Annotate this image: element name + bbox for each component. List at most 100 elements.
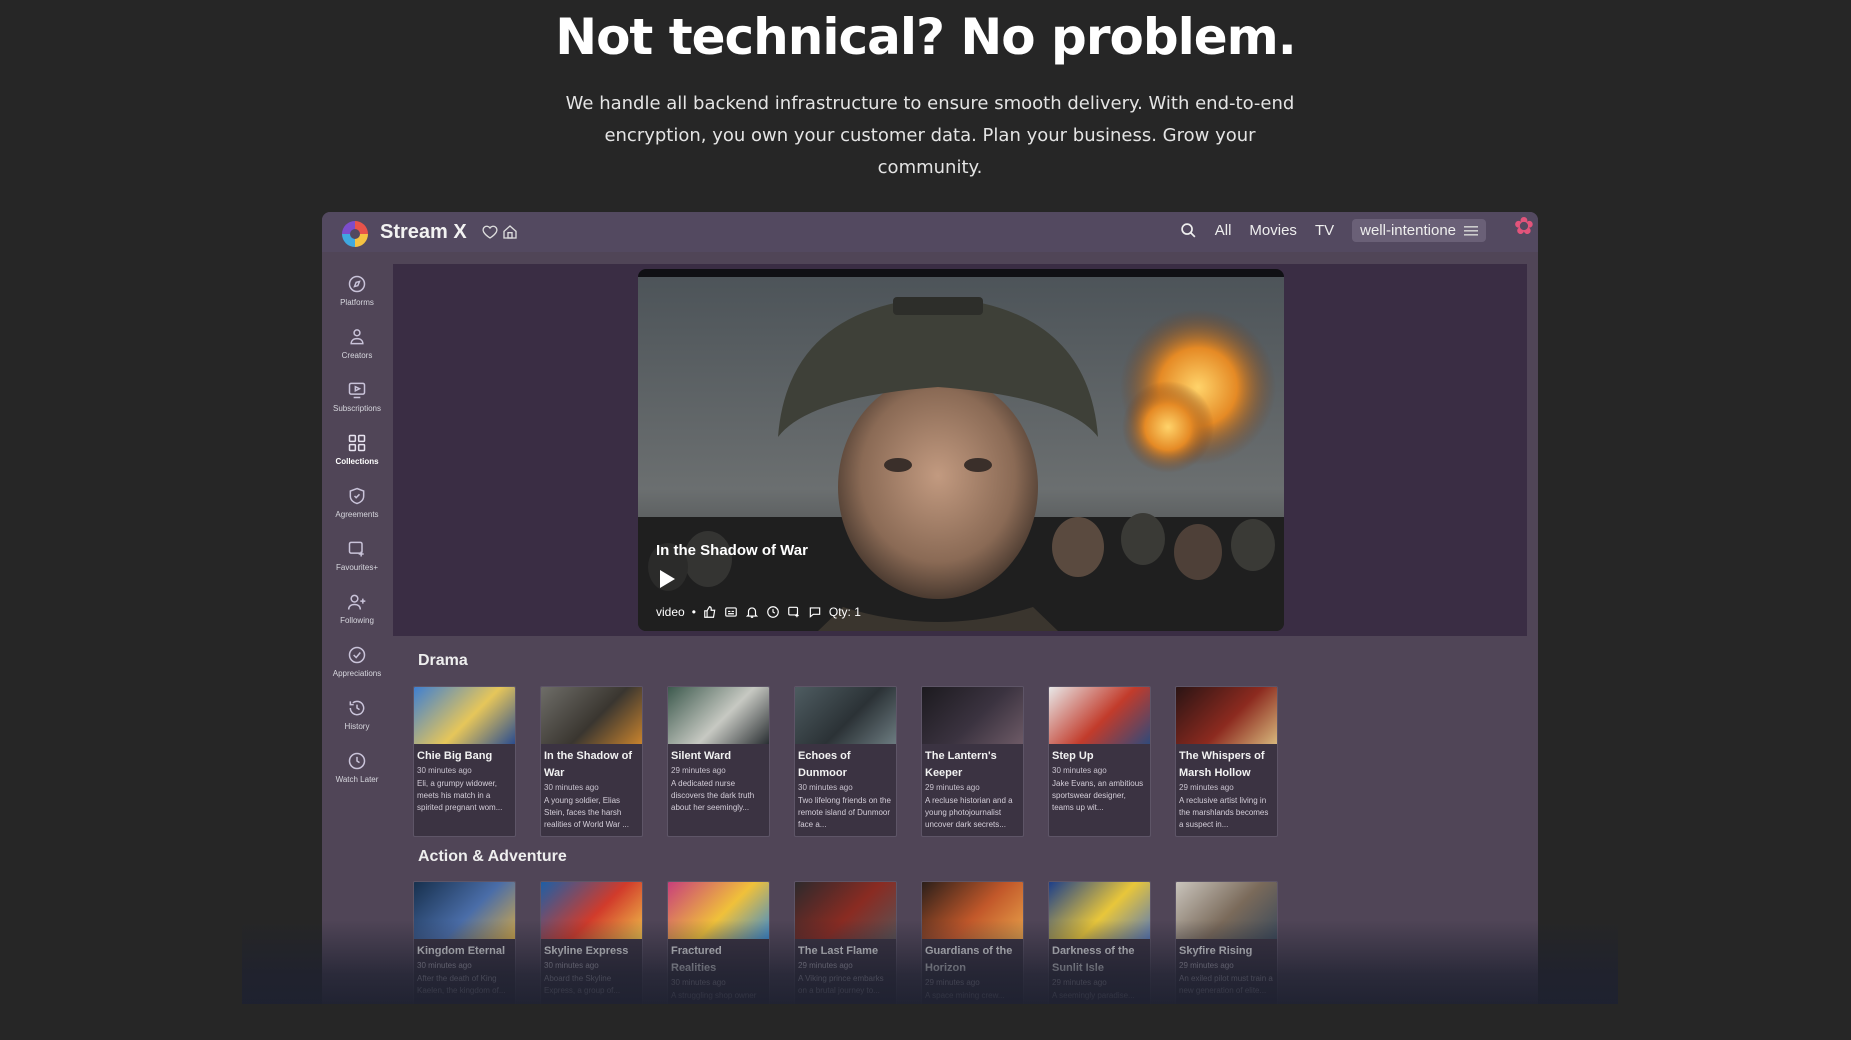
card-thumbnail xyxy=(922,882,1023,939)
play-button[interactable] xyxy=(660,570,675,588)
top-nav: All Movies TV well-intentione xyxy=(1180,219,1486,242)
card-description: A Viking prince embarks on a brutal jour… xyxy=(798,974,884,995)
sidebar-item-appreciations[interactable]: Appreciations xyxy=(322,635,392,688)
sidebar-label: Agreements xyxy=(335,510,379,519)
thumbs-up-icon[interactable] xyxy=(703,605,717,619)
card-description: Aboard the Skyline Express, a group of..… xyxy=(544,974,621,995)
media-card[interactable]: Step Up 30 minutes ago Jake Evans, an ambi… xyxy=(1048,686,1151,837)
sidebar-item-watch-later[interactable]: Watch Later xyxy=(322,741,392,794)
card-title: Step Up xyxy=(1052,750,1094,762)
card-thumbnail xyxy=(922,687,1023,744)
featured-video[interactable]: In the Shadow of War video • Qty: 1 xyxy=(638,269,1284,631)
card-description: A young soldier, Elias Stein, faces the … xyxy=(544,796,629,829)
media-card[interactable]: Echoes of Dunmoor 30 minutes ago Two lifel… xyxy=(794,686,897,837)
sidebar-label: Subscriptions xyxy=(332,404,382,413)
card-thumbnail xyxy=(1176,687,1277,744)
sidebar-label: Platforms xyxy=(340,298,374,307)
card-thumbnail xyxy=(414,687,515,744)
sidebar-item-following[interactable]: Following xyxy=(322,582,392,635)
media-card[interactable]: Kingdom Eternal 30 minutes ago After the d… xyxy=(413,881,516,1004)
logo-icon[interactable] xyxy=(342,221,368,247)
clock-icon xyxy=(348,752,366,770)
card-thumbnail xyxy=(414,882,515,939)
check-circle-icon xyxy=(348,646,366,664)
card-description: Eli, a grumpy widower, meets his match i… xyxy=(417,779,503,812)
card-timestamp: 30 minutes ago xyxy=(417,766,472,775)
card-title: Silent Ward xyxy=(671,750,732,762)
media-type: video xyxy=(656,605,685,619)
media-card[interactable]: Skyline Express 30 minutes ago Aboard the … xyxy=(540,881,643,1004)
card-timestamp: 29 minutes ago xyxy=(798,961,853,970)
history-icon xyxy=(349,700,365,716)
sidebar-item-agreements[interactable]: Agreements xyxy=(322,476,392,529)
bell-icon[interactable] xyxy=(745,605,759,619)
comment-icon[interactable] xyxy=(808,605,822,619)
sidebar-label: Collections xyxy=(335,457,379,466)
card-description: Jake Evans, an ambitious sportswear desi… xyxy=(1052,779,1144,812)
sidebar-item-collections[interactable]: Collections xyxy=(322,423,392,476)
nav-movies[interactable]: Movies xyxy=(1249,222,1297,239)
card-title: Echoes of Dunmoor xyxy=(798,750,851,779)
media-card[interactable]: Darkness of the Sunlit Isle 29 minutes ag… xyxy=(1048,881,1151,1004)
media-card[interactable]: Skyfire Rising 29 minutes ago An exiled pi… xyxy=(1175,881,1278,1004)
media-card[interactable]: The Last Flame 29 minutes ago A Viking pri… xyxy=(794,881,897,1004)
drama-row: Chie Big Bang 30 minutes ago Eli, a grumpy… xyxy=(413,686,1278,837)
featured-title[interactable]: In the Shadow of War xyxy=(656,542,808,559)
media-card[interactable]: In the Shadow of War 30 minutes ago A youn… xyxy=(540,686,643,837)
featured-meta: video • Qty: 1 xyxy=(656,605,861,619)
card-timestamp: 30 minutes ago xyxy=(544,783,599,792)
media-card[interactable]: The Whispers of Marsh Hollow 29 minutes a… xyxy=(1175,686,1278,837)
sidebar-label: Following xyxy=(340,616,374,625)
people-icon xyxy=(350,329,364,345)
add-to-favourites-icon[interactable] xyxy=(787,605,801,619)
shield-icon xyxy=(349,487,365,505)
section-title-action: Action & Adventure xyxy=(418,848,567,865)
hero-description: We handle all backend infrastructure to … xyxy=(565,93,1295,178)
media-card[interactable]: Fractured Realities 30 minutes ago A strug… xyxy=(667,881,770,1004)
card-title: In the Shadow of War xyxy=(544,750,632,779)
search-icon[interactable] xyxy=(1180,222,1197,239)
card-timestamp: 30 minutes ago xyxy=(417,961,472,970)
play-screen-icon xyxy=(348,382,366,399)
heart-icon[interactable] xyxy=(482,224,498,240)
app-window: Stream X All Movies TV well-intentione ✿… xyxy=(322,212,1538,1004)
card-timestamp: 29 minutes ago xyxy=(1052,978,1107,987)
card-description: Two lifelong friends on the remote islan… xyxy=(798,796,891,829)
card-title: The Whispers of Marsh Hollow xyxy=(1179,750,1265,779)
sidebar-item-creators[interactable]: Creators xyxy=(322,317,392,370)
card-title: Darkness of the Sunlit Isle xyxy=(1052,945,1135,974)
card-title: Fractured Realities xyxy=(671,945,722,974)
card-timestamp: 29 minutes ago xyxy=(1179,961,1234,970)
media-card[interactable]: Silent Ward 29 minutes ago A dedicated nur… xyxy=(667,686,770,837)
card-timestamp: 29 minutes ago xyxy=(925,783,980,792)
card-thumbnail xyxy=(795,882,896,939)
card-description: A seemingly paradise... xyxy=(1052,991,1135,1000)
featured-image xyxy=(638,277,1284,631)
user-menu[interactable]: well-intentione xyxy=(1352,219,1486,242)
card-title: Kingdom Eternal xyxy=(417,945,506,957)
card-title: The Last Flame xyxy=(798,945,879,957)
app-title[interactable]: Stream X xyxy=(380,221,467,244)
nav-tv[interactable]: TV xyxy=(1315,222,1334,239)
nav-all[interactable]: All xyxy=(1215,222,1232,239)
compass-icon xyxy=(348,275,366,293)
caption-icon[interactable] xyxy=(724,605,738,619)
card-timestamp: 30 minutes ago xyxy=(1052,766,1107,775)
card-thumbnail xyxy=(1176,882,1277,939)
sidebar-label: Watch Later xyxy=(335,775,379,784)
card-description: A struggling shop owner discovers she mu… xyxy=(671,991,765,1004)
media-card[interactable]: Chie Big Bang 30 minutes ago Eli, a grumpy… xyxy=(413,686,516,837)
sidebar-item-history[interactable]: History xyxy=(322,688,392,741)
meta-separator: • xyxy=(691,605,696,619)
media-card[interactable]: Guardians of the Horizon 29 minutes ago A … xyxy=(921,881,1024,1004)
section-title-drama: Drama xyxy=(418,652,468,669)
home-icon[interactable] xyxy=(502,224,518,240)
sidebar-item-subscriptions[interactable]: Subscriptions xyxy=(322,370,392,423)
action-row: Kingdom Eternal 30 minutes ago After the d… xyxy=(413,881,1278,1004)
card-thumbnail xyxy=(541,882,642,939)
flower-badge-icon[interactable]: ✿ xyxy=(1514,212,1534,241)
sidebar-item-favourites[interactable]: Favourites+ xyxy=(322,529,392,582)
clock-icon[interactable] xyxy=(766,605,780,619)
media-card[interactable]: The Lantern's Keeper 29 minutes ago A recl… xyxy=(921,686,1024,837)
sidebar-item-platforms[interactable]: Platforms xyxy=(322,264,392,317)
